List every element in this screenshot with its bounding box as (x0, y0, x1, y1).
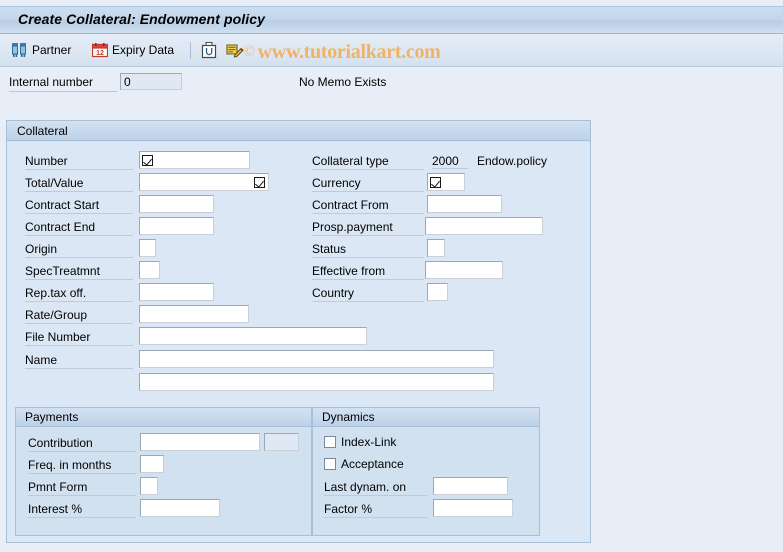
interest-percent-input[interactable] (140, 499, 220, 517)
effective-from-input[interactable] (425, 261, 503, 279)
window-title-bar: Create Collateral: Endowment policy (0, 6, 783, 34)
site-watermark: © www.tutorialkart.com (243, 41, 441, 64)
collateral-type-value: 2000 (432, 154, 468, 169)
payments-panel: Payments Contribution Freq. in months Pm… (15, 407, 312, 536)
label-contribution: Contribution (28, 436, 136, 452)
total-value-input[interactable] (139, 173, 269, 191)
file-number-input[interactable] (139, 327, 367, 345)
dynamics-panel-header: Dynamics (313, 408, 539, 427)
name-input[interactable] (139, 350, 494, 368)
label-number: Number (25, 154, 133, 170)
payments-panel-title: Payments (25, 410, 79, 424)
dynamics-panel-title: Dynamics (322, 410, 375, 424)
clipboard-icon (201, 41, 217, 59)
header-row: Internal number No Memo Exists (0, 67, 783, 103)
label-rep-tax-off: Rep.tax off. (25, 286, 133, 302)
origin-input[interactable] (139, 239, 156, 257)
label-last-dynam-on: Last dynam. on (324, 480, 427, 496)
pmnt-form-input[interactable] (140, 477, 158, 495)
acceptance-checkbox[interactable] (324, 458, 336, 470)
label-total-value: Total/Value (25, 176, 133, 192)
label-prosp-payment: Prosp.payment (312, 220, 424, 236)
contract-end-input[interactable] (139, 217, 214, 235)
label-collateral-type: Collateral type (312, 154, 424, 170)
rate-group-input[interactable] (139, 305, 249, 323)
calendar-icon: 12 (92, 42, 108, 58)
partner-button[interactable]: Partner (8, 39, 74, 61)
collateral-panel: Collateral Number Total/Value Contract S… (6, 120, 591, 543)
number-input[interactable] (139, 151, 250, 169)
note-pencil-icon (226, 42, 244, 59)
label-factor-percent: Factor % (324, 502, 427, 518)
expiry-data-button-label: Expiry Data (112, 43, 175, 57)
contract-from-input[interactable] (427, 195, 502, 213)
index-link-checkbox[interactable] (324, 436, 336, 448)
label-contract-from: Contract From (312, 198, 424, 214)
label-contract-end: Contract End (25, 220, 133, 236)
label-origin: Origin (25, 242, 133, 258)
freq-in-months-input[interactable] (140, 455, 164, 473)
partner-icon (11, 42, 28, 58)
svg-text:12: 12 (96, 50, 104, 57)
acceptance-checkbox-row[interactable]: Acceptance (324, 457, 404, 471)
acceptance-label: Acceptance (341, 457, 404, 471)
internal-number-input[interactable] (120, 73, 182, 90)
partner-button-label: Partner (32, 43, 72, 57)
prosp-payment-input[interactable] (425, 217, 543, 235)
label-pmnt-form: Pmnt Form (28, 480, 136, 496)
memo-status-text: No Memo Exists (299, 75, 387, 89)
label-effective-from: Effective from (312, 264, 424, 280)
watermark-text: www.tutorialkart.com (257, 41, 441, 63)
label-freq-in-months: Freq. in months (28, 458, 136, 474)
name-input-second-line[interactable] (139, 373, 494, 391)
label-file-number: File Number (25, 330, 133, 346)
collateral-panel-header: Collateral (7, 121, 590, 141)
payments-panel-header: Payments (16, 408, 311, 427)
collateral-panel-title: Collateral (17, 124, 68, 138)
dynamics-panel: Dynamics Index-Link Acceptance Last dyna… (312, 407, 540, 536)
label-spectreatmnt: SpecTreatmnt (25, 264, 133, 280)
index-link-checkbox-row[interactable]: Index-Link (324, 435, 396, 449)
clipboard-icon-button[interactable] (198, 39, 220, 61)
label-contract-start: Contract Start (25, 198, 133, 214)
label-rate-group: Rate/Group (25, 308, 133, 324)
label-status: Status (312, 242, 424, 258)
copyright-symbol: © (243, 43, 255, 60)
label-currency: Currency (312, 176, 424, 192)
contribution-currency-input[interactable] (264, 433, 299, 451)
toolbar-separator (190, 42, 191, 59)
label-name: Name (25, 353, 133, 369)
label-interest-percent: Interest % (28, 502, 136, 518)
page-title: Create Collateral: Endowment policy (18, 11, 265, 27)
rep-tax-off-input[interactable] (139, 283, 214, 301)
country-input[interactable] (427, 283, 448, 301)
last-dynam-on-input[interactable] (433, 477, 508, 495)
spectreatmnt-input[interactable] (139, 261, 160, 279)
status-input[interactable] (427, 239, 445, 257)
collateral-panel-body: Number Total/Value Contract Start Contra… (7, 142, 590, 542)
contribution-input[interactable] (140, 433, 260, 451)
internal-number-label: Internal number (9, 75, 117, 92)
label-country: Country (312, 286, 424, 302)
contract-start-input[interactable] (139, 195, 214, 213)
factor-percent-input[interactable] (433, 499, 513, 517)
index-link-label: Index-Link (341, 435, 397, 449)
expiry-data-button[interactable]: 12 Expiry Data (89, 39, 177, 61)
currency-input[interactable] (427, 173, 465, 191)
collateral-type-description: Endow.policy (477, 154, 548, 168)
